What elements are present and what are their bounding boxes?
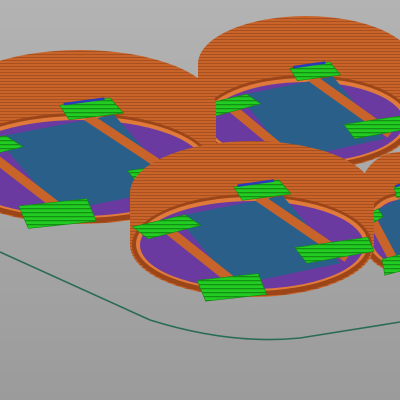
gcode-3d-viewport[interactable] — [0, 0, 400, 400]
gcode-part-center — [130, 141, 375, 302]
layer-preview-canvas[interactable] — [0, 0, 400, 400]
